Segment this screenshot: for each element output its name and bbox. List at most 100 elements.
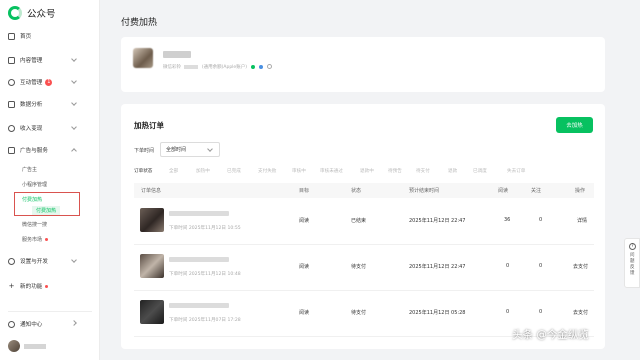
sidebar-item-content[interactable]: 内容管理: [0, 52, 100, 68]
bell-icon: [8, 320, 15, 328]
document-icon: [8, 56, 15, 64]
status-cell: 已结束: [351, 218, 367, 224]
sidebar-subitem-service-market[interactable]: 服务市场: [22, 236, 49, 243]
order-time: 下单时间 2025年11月12日 10:55: [169, 226, 241, 231]
sidebar-item-analytics[interactable]: 数据分析: [0, 96, 100, 112]
column-header: 状态: [351, 188, 362, 194]
account-meta: 微信彩铃 (通用余额(Apple账户): [163, 64, 273, 70]
sidebar: 公众号 首页 内容管理 互动管理 1 数据分析 收入变现 广告与服务 广告主 小…: [0, 0, 100, 360]
account-meta-prefix: 微信彩铃: [163, 65, 181, 70]
status-tab[interactable]: 退款中: [360, 168, 374, 174]
sidebar-subitem-advertiser[interactable]: 广告主: [22, 166, 37, 173]
end-time-cell: 2025年11月12日 22:47: [409, 218, 466, 224]
follows-cell: 0: [539, 309, 543, 315]
status-tab[interactable]: 已完成: [227, 168, 241, 174]
account-meta-balance: (通用余额(Apple账户): [201, 65, 247, 70]
start-promotion-button[interactable]: 去加热: [556, 117, 593, 133]
feedback-float-button[interactable]: ? 问题反馈: [624, 238, 640, 288]
status-tab[interactable]: 待支付: [416, 168, 430, 174]
sidebar-subitem-wechat-search[interactable]: 微信搜一搜: [22, 221, 47, 228]
new-dot-indicator: [45, 284, 49, 288]
status-tab[interactable]: 加热中: [196, 168, 210, 174]
status-filter-tabs: 订单状态 全部 加热中 已完成 支付失败 审核中 审核未通过 退款中 待预告 待…: [134, 168, 594, 178]
apple-account-icon: [258, 64, 263, 69]
column-header: 阅读: [498, 188, 509, 194]
details-link[interactable]: 详情: [577, 217, 587, 224]
table-row: 下单时间 2025年11月12日 10:48 阅读 待支付 2025年11月12…: [134, 245, 594, 291]
sidebar-item-label: 首页: [20, 34, 32, 40]
sidebar-item-revenue[interactable]: 收入变现: [0, 120, 100, 136]
sidebar-item-new-features[interactable]: + 新的功能: [0, 278, 100, 294]
wechat-pay-icon: [251, 64, 256, 69]
sidebar-item-label: 数据分析: [20, 102, 43, 108]
column-header: 关注: [531, 188, 542, 194]
sidebar-subitem-paid-promotion[interactable]: 付费加热 付费加热: [14, 192, 80, 216]
sidebar-item-label: 通知中心: [20, 322, 43, 328]
status-tab[interactable]: 退款: [448, 168, 457, 174]
status-tab[interactable]: 全部: [169, 168, 178, 174]
redacted-value: [184, 64, 199, 69]
follows-cell: 0: [539, 263, 543, 269]
question-icon: ?: [629, 243, 636, 250]
chevron-down-icon: [71, 56, 77, 62]
sidebar-item-interaction[interactable]: 互动管理 1: [0, 74, 100, 90]
sidebar-item-home[interactable]: 首页: [0, 28, 100, 44]
reads-cell: 0: [506, 263, 510, 269]
sidebar-item-ads[interactable]: 广告与服务: [0, 142, 100, 158]
chevron-down-icon: [71, 257, 77, 263]
status-tab[interactable]: 支付失败: [258, 168, 276, 174]
status-cell: 待支付: [351, 310, 367, 316]
chevron-down-icon: [207, 146, 213, 152]
chat-icon: [8, 78, 15, 86]
article-thumbnail: [140, 300, 164, 324]
status-tab[interactable]: 待预告: [388, 168, 402, 174]
status-tab[interactable]: 审核未通过: [320, 168, 343, 174]
reads-cell: 36: [504, 217, 511, 223]
sidebar-item-notifications[interactable]: 通知中心: [0, 316, 100, 332]
order-time-filter-label: 下单时间: [134, 148, 155, 154]
orders-table-header: 订单信息 目标 状态 预计结束时间 阅读 关注 操作: [134, 183, 594, 198]
chevron-down-icon: [71, 124, 77, 130]
column-header: 操作: [575, 188, 586, 194]
sidebar-item-settings[interactable]: 设置与开发: [0, 253, 100, 269]
column-header: 目标: [299, 188, 310, 194]
status-tab[interactable]: 已调度: [473, 168, 487, 174]
help-icon[interactable]: [267, 64, 273, 69]
chevron-right-icon: [71, 320, 77, 326]
orders-card: 加热订单 去加热 下单时间 全部时间 订单状态 全部 加热中 已完成 支付失败 …: [121, 104, 605, 349]
end-time-cell: 2025年11月12日 22:47: [409, 264, 466, 270]
sidebar-item-label: 设置与开发: [20, 259, 48, 265]
home-icon: [8, 32, 15, 40]
sidebar-subitem-label: 付费加热: [22, 197, 43, 203]
sidebar-item-label: 新的功能: [20, 284, 43, 290]
pay-link[interactable]: 去支付: [573, 263, 588, 270]
sidebar-divider: [8, 311, 92, 312]
pay-link[interactable]: 去支付: [573, 309, 588, 316]
sidebar-subitem-paid-promotion-child[interactable]: 付费加热: [32, 206, 61, 215]
status-tab[interactable]: 审核中: [292, 168, 306, 174]
new-dot-indicator: [45, 238, 49, 241]
status-cell: 待支付: [351, 264, 367, 270]
watermark: 头条 @今金纵览: [512, 329, 589, 341]
article-title-redacted: [169, 257, 229, 262]
sidebar-item-label: 内容管理: [20, 58, 43, 64]
sidebar-item-label: 互动管理: [20, 80, 43, 86]
article-title-redacted: [169, 303, 229, 308]
page-title: 付费加热: [121, 18, 158, 28]
status-tab[interactable]: 失去订单: [507, 168, 525, 174]
coin-icon: [8, 124, 15, 132]
sidebar-subitem-label: 服务市场: [22, 237, 43, 243]
goal-cell: 阅读: [299, 264, 310, 270]
settings-icon: [8, 257, 15, 265]
account-name-redacted: [163, 51, 191, 58]
chevron-down-icon: [71, 100, 77, 106]
account-avatar: [133, 48, 153, 68]
unread-badge: 1: [45, 78, 53, 86]
order-time-select[interactable]: 全部时间: [160, 142, 220, 157]
brand[interactable]: 公众号: [8, 6, 56, 20]
avatar[interactable]: [8, 340, 20, 352]
article-thumbnail: [140, 254, 164, 278]
order-time: 下单时间 2025年11月07日 17:28: [169, 318, 241, 323]
sidebar-subitem-mini-program[interactable]: 小程序管理: [22, 181, 47, 188]
article-thumbnail: [140, 208, 164, 232]
